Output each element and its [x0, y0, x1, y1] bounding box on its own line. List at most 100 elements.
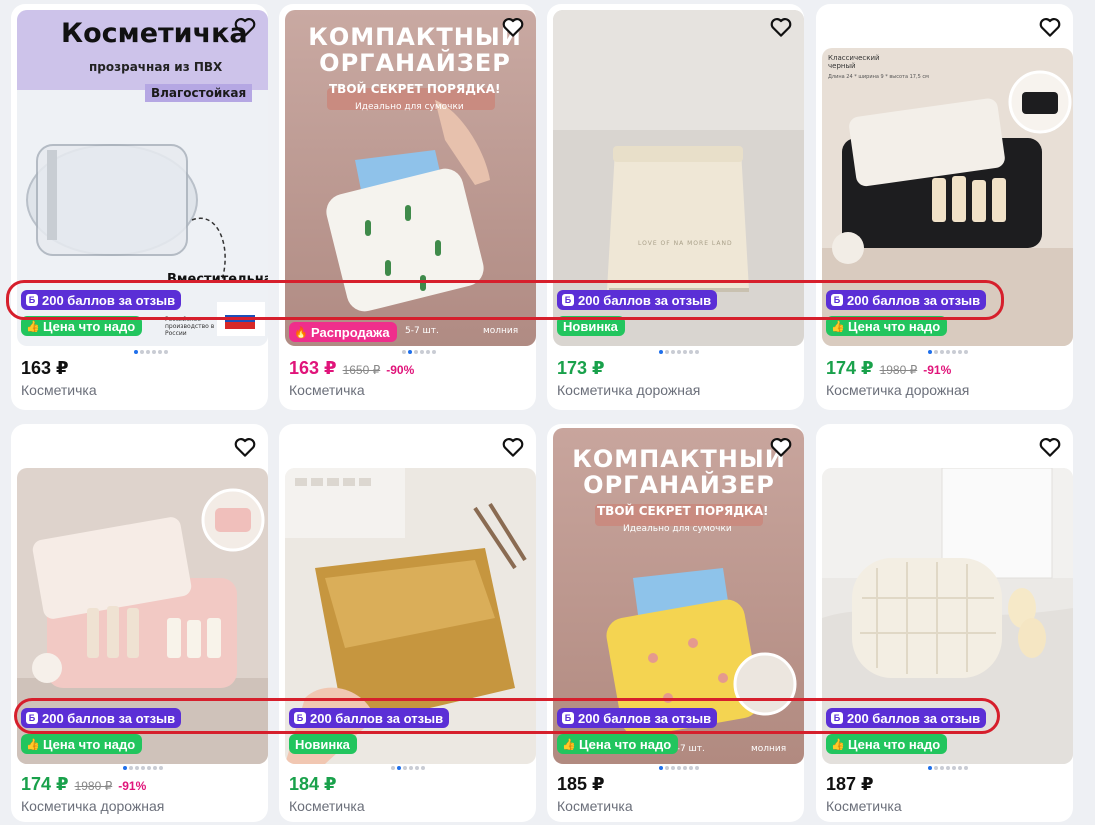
heart-outline-icon: [770, 438, 792, 457]
product-title[interactable]: Косметичка: [826, 798, 902, 814]
pager-dot[interactable]: [397, 766, 401, 770]
pager-dot[interactable]: [689, 350, 693, 354]
photo-pager[interactable]: [659, 350, 699, 354]
favorite-button[interactable]: [232, 14, 258, 40]
photo-pager[interactable]: [928, 766, 968, 770]
photo-pager[interactable]: [402, 350, 436, 354]
product-title[interactable]: Косметичка дорожная: [21, 798, 164, 814]
pager-dot[interactable]: [402, 350, 406, 354]
product-title[interactable]: Косметичка: [21, 382, 97, 398]
pager-dot[interactable]: [432, 350, 436, 354]
pager-dot[interactable]: [146, 350, 150, 354]
photo-pager[interactable]: [659, 766, 699, 770]
pager-dot[interactable]: [159, 766, 163, 770]
product-card[interactable]: КОМПАКТНЫЙ ОРГАНАЙЗЕР ТВОЙ СЕКРЕТ ПОРЯДК…: [279, 4, 536, 410]
pager-dot[interactable]: [683, 766, 687, 770]
product-card[interactable]: КОМПАКТНЫЙ ОРГАНАЙЗЕР ТВОЙ СЕКРЕТ ПОРЯДК…: [547, 424, 804, 822]
photo-headline: Косметичка: [61, 18, 248, 49]
photo-pager[interactable]: [134, 350, 168, 354]
pager-dot[interactable]: [940, 766, 944, 770]
pager-dot[interactable]: [940, 350, 944, 354]
points-b-icon: Б: [562, 294, 574, 306]
photo-subline: ТВОЙ СЕКРЕТ ПОРЯДКА!: [329, 82, 501, 96]
pager-dot[interactable]: [659, 350, 663, 354]
pager-dot[interactable]: [134, 350, 138, 354]
pager-dot[interactable]: [671, 350, 675, 354]
pager-dot[interactable]: [408, 350, 412, 354]
product-title[interactable]: Косметичка: [557, 798, 633, 814]
favorite-button[interactable]: [232, 434, 258, 460]
product-title[interactable]: Косметичка: [289, 798, 365, 814]
pager-dot[interactable]: [671, 766, 675, 770]
pager-dot[interactable]: [141, 766, 145, 770]
pager-dot[interactable]: [415, 766, 419, 770]
pager-dot[interactable]: [135, 766, 139, 770]
photo-pager[interactable]: [123, 766, 163, 770]
pager-dot[interactable]: [153, 766, 157, 770]
favorite-button[interactable]: [500, 434, 526, 460]
pager-dot[interactable]: [665, 350, 669, 354]
pager-dot[interactable]: [946, 766, 950, 770]
pager-dot[interactable]: [164, 350, 168, 354]
promo-tag-label: Цена что надо: [579, 736, 672, 752]
pager-dot[interactable]: [665, 766, 669, 770]
pager-dot[interactable]: [426, 350, 430, 354]
pager-dot[interactable]: [934, 766, 938, 770]
pager-dot[interactable]: [409, 766, 413, 770]
pager-dot[interactable]: [677, 350, 681, 354]
favorite-button[interactable]: [1037, 14, 1063, 40]
favorite-button[interactable]: [768, 14, 794, 40]
pager-dot[interactable]: [689, 766, 693, 770]
product-card[interactable]: LOVE OF NA MORE LAND Б 200 баллов за отзы…: [547, 4, 804, 410]
product-card[interactable]: Б 200 баллов за отзыв 👍 Цена что надо 174 …: [11, 424, 268, 822]
pager-dot[interactable]: [952, 350, 956, 354]
product-card[interactable]: Классический черный Длина 24 * ширина 9 …: [816, 4, 1073, 410]
pager-dot[interactable]: [928, 766, 932, 770]
pager-dot[interactable]: [958, 350, 962, 354]
pager-dot[interactable]: [964, 350, 968, 354]
pager-dot[interactable]: [677, 766, 681, 770]
pager-dot[interactable]: [152, 350, 156, 354]
pager-dot[interactable]: [958, 766, 962, 770]
pager-dot[interactable]: [421, 766, 425, 770]
pager-dot[interactable]: [683, 350, 687, 354]
product-title[interactable]: Косметичка дорожная: [557, 382, 700, 398]
review-points-label: 200 баллов за отзыв: [578, 710, 712, 726]
review-points-badge: Б 200 баллов за отзыв: [826, 708, 987, 728]
pager-dot[interactable]: [147, 766, 151, 770]
product-title[interactable]: Косметичка дорожная: [826, 382, 969, 398]
pager-dot[interactable]: [391, 766, 395, 770]
pager-dot[interactable]: [420, 350, 424, 354]
product-photo[interactable]: КОМПАКТНЫЙ ОРГАНАЙЗЕР ТВОЙ СЕКРЕТ ПОРЯДК…: [285, 10, 536, 346]
product-card[interactable]: Косметичка прозрачная из ПВХ Влагостойка…: [11, 4, 268, 410]
pager-dot[interactable]: [414, 350, 418, 354]
review-points-badge: Б 200 баллов за отзыв: [21, 290, 182, 310]
pager-dot[interactable]: [952, 766, 956, 770]
product-title[interactable]: Косметичка: [289, 382, 365, 398]
pager-dot[interactable]: [403, 766, 407, 770]
photo-pager[interactable]: [928, 350, 968, 354]
price: 184 ₽: [289, 774, 337, 794]
review-points-badge: Б 200 баллов за отзыв: [557, 708, 718, 728]
pager-dot[interactable]: [123, 766, 127, 770]
photo-pager[interactable]: [391, 766, 425, 770]
thumbs-up-icon: 👍: [831, 738, 845, 751]
favorite-button[interactable]: [1037, 434, 1063, 460]
review-points-label: 200 баллов за отзыв: [578, 292, 712, 308]
pager-dot[interactable]: [964, 766, 968, 770]
product-card[interactable]: Б 200 баллов за отзыв 👍 Цена что надо 187 …: [816, 424, 1073, 822]
favorite-button[interactable]: [500, 14, 526, 40]
old-price: 1980 ₽: [74, 779, 113, 793]
pager-dot[interactable]: [934, 350, 938, 354]
pager-dot[interactable]: [695, 766, 699, 770]
pager-dot[interactable]: [659, 766, 663, 770]
pager-dot[interactable]: [158, 350, 162, 354]
pager-dot[interactable]: [946, 350, 950, 354]
product-card[interactable]: Б 200 баллов за отзыв Новинка 184 ₽ Косме…: [279, 424, 536, 822]
review-points-badge: Б 200 баллов за отзыв: [557, 290, 718, 310]
pager-dot[interactable]: [129, 766, 133, 770]
pager-dot[interactable]: [140, 350, 144, 354]
pager-dot[interactable]: [695, 350, 699, 354]
favorite-button[interactable]: [768, 434, 794, 460]
pager-dot[interactable]: [928, 350, 932, 354]
